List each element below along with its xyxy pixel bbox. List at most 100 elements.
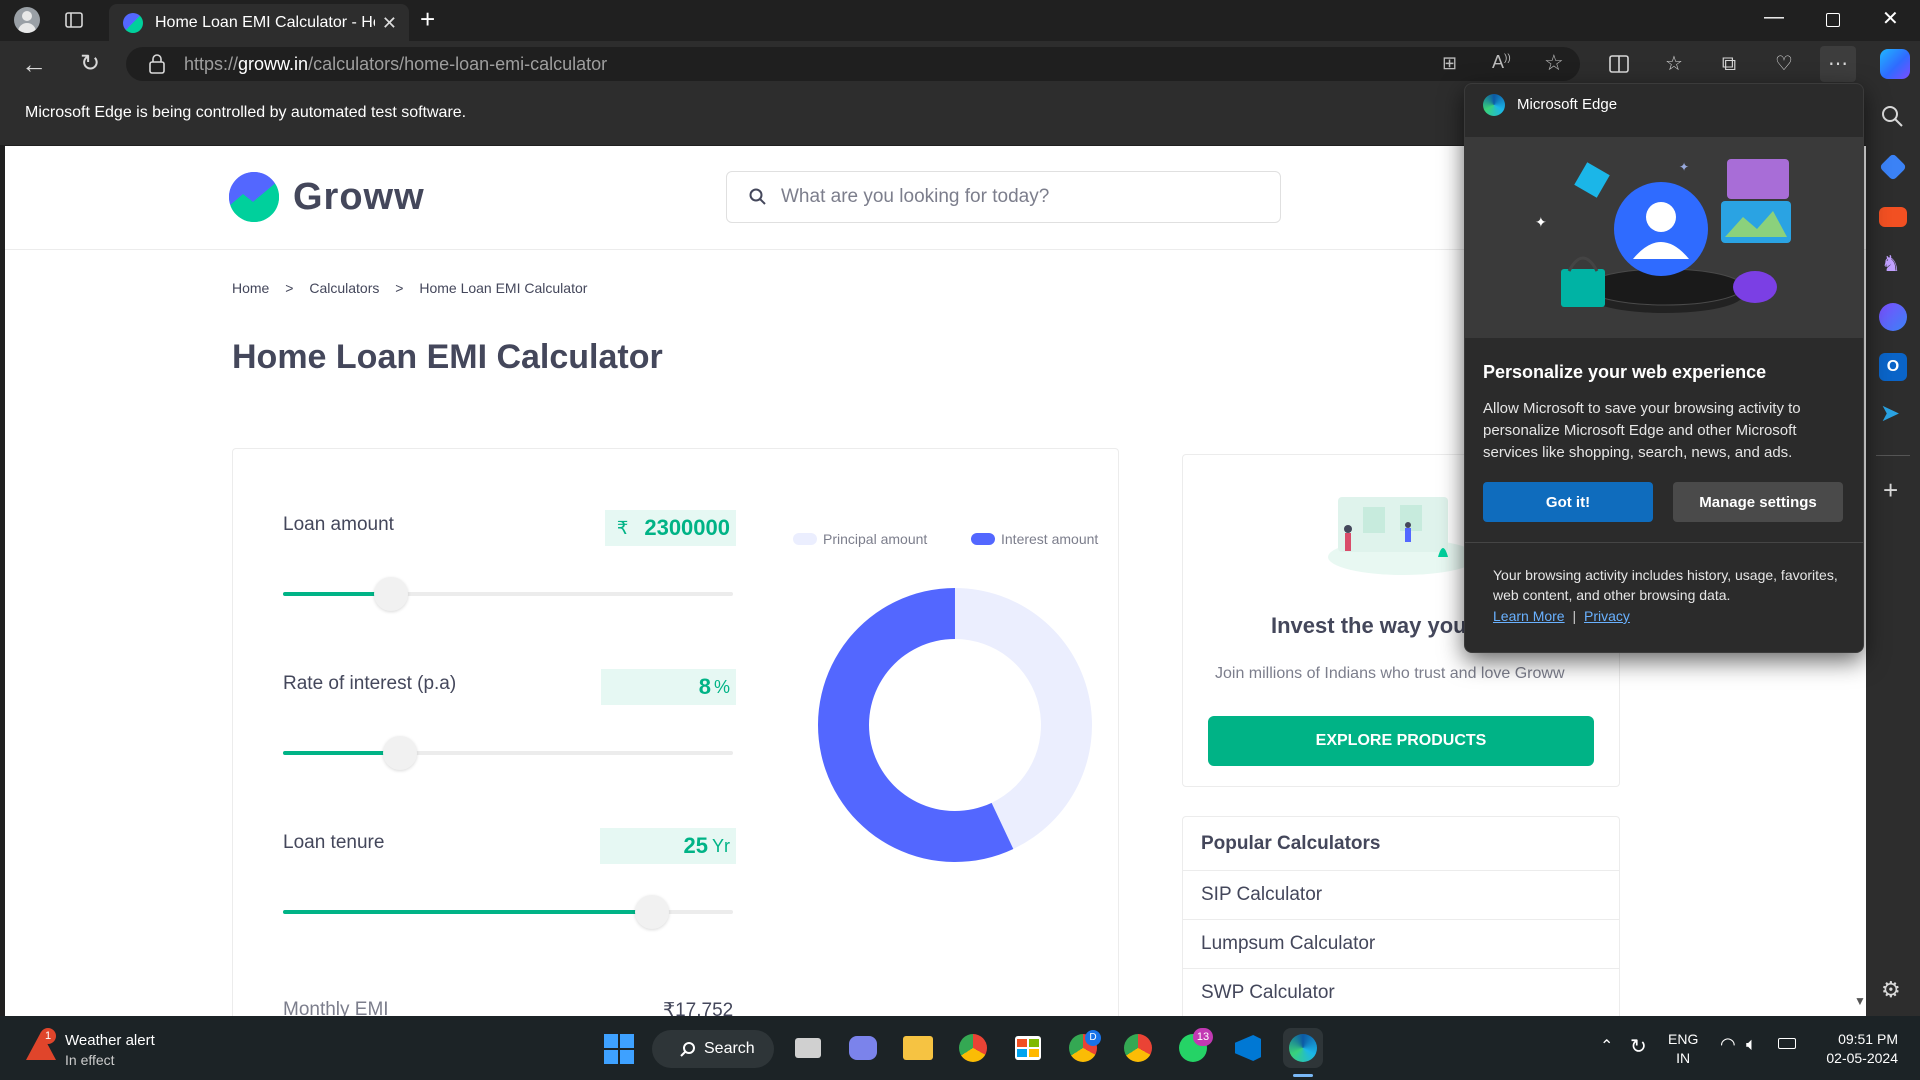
sidebar-settings-gear-icon[interactable]: ⚙	[1881, 977, 1901, 1003]
file-explorer-icon[interactable]	[898, 1028, 938, 1068]
close-tab-icon[interactable]: ✕	[382, 13, 397, 34]
popup-body: Allow Microsoft to save your browsing ac…	[1483, 400, 1801, 461]
sidebar-copilot-icon[interactable]	[1879, 303, 1907, 331]
back-icon[interactable]: ←	[16, 46, 52, 82]
loan-tenure-input[interactable]: 25 Yr	[600, 828, 736, 864]
vscode-icon[interactable]	[1228, 1028, 1268, 1068]
edge-personalize-popup: Microsoft Edge ✦ ✦ Personalize your web …	[1464, 83, 1864, 653]
popup-divider	[1465, 542, 1863, 543]
address-bar[interactable]: https://groww.in/calculators/home-loan-e…	[126, 47, 1580, 81]
new-tab-icon[interactable]: +	[420, 4, 435, 35]
rate-slider-handle[interactable]	[383, 736, 417, 770]
loan-tenure-label: Loan tenure	[283, 832, 385, 853]
rupee-symbol: ₹	[616, 517, 629, 538]
app-available-icon[interactable]: ⊞	[1442, 53, 1457, 74]
emi-calculator-card: Loan amount ₹ 2300000 Rate of interest (…	[232, 448, 1119, 1016]
breadcrumb-calculators[interactable]: Calculators	[309, 280, 379, 296]
split-screen-icon[interactable]	[1601, 46, 1637, 82]
chrome-second-icon[interactable]	[1118, 1028, 1158, 1068]
microsoft-store-icon[interactable]	[1008, 1028, 1048, 1068]
search-icon	[749, 188, 767, 206]
volume-icon[interactable]: 🔈︎	[1746, 1034, 1757, 1055]
settings-more-icon[interactable]: ⋯	[1820, 46, 1856, 82]
learn-more-link[interactable]: Learn More	[1493, 608, 1565, 624]
groww-favicon-icon	[123, 12, 143, 33]
popular-calculator-item[interactable]: Lumpsum Calculator	[1183, 919, 1619, 968]
monthly-emi-value: ₹17,752	[663, 1000, 734, 1016]
collections-icon[interactable]: ⧉	[1711, 46, 1747, 82]
language-top: ENG	[1668, 1031, 1699, 1047]
legend-interest-label: Interest amount	[1001, 531, 1099, 547]
title-bar: Home Loan EMI Calculator - Hou ✕ + — ✕	[0, 0, 1920, 41]
minimize-icon[interactable]: —	[1764, 6, 1784, 29]
url-host: groww.in	[238, 53, 309, 74]
weather-title: Weather alert	[65, 1032, 155, 1049]
profile-avatar-icon[interactable]	[14, 7, 40, 33]
loan-amount-value: 2300000	[644, 515, 730, 540]
taskbar-search-button[interactable]: Search	[652, 1030, 774, 1068]
popular-calculator-item[interactable]: SIP Calculator	[1183, 870, 1619, 919]
scroll-down-arrow-icon[interactable]: ▼	[1854, 994, 1866, 1008]
groww-logo[interactable]: Groww	[229, 172, 425, 222]
wifi-icon[interactable]: ◠	[1720, 1034, 1736, 1055]
start-button-icon[interactable]	[604, 1034, 634, 1064]
copilot-icon[interactable]	[1880, 49, 1910, 79]
legend-principal-swatch	[793, 533, 817, 545]
popular-calculators-card: Popular Calculators SIP Calculator Lumps…	[1182, 816, 1620, 1016]
edge-taskbar-icon[interactable]	[1283, 1028, 1323, 1068]
taskbar-search-icon	[680, 1041, 696, 1057]
popular-calculator-item[interactable]: SWP Calculator	[1183, 968, 1619, 1016]
rate-of-interest-label: Rate of interest (p.a)	[283, 673, 457, 694]
clock[interactable]: 09:51 PM 02-05-2024	[1808, 1030, 1898, 1068]
breadcrumb-home[interactable]: Home	[232, 280, 269, 296]
chrome-icon[interactable]	[953, 1028, 993, 1068]
sidebar-telegram-icon[interactable]: ➤	[1880, 399, 1900, 428]
personalize-illustration: ✦ ✦	[1465, 137, 1863, 338]
tab-title: Home Loan EMI Calculator - Hou	[155, 13, 375, 31]
read-aloud-icon[interactable]: A))	[1492, 52, 1511, 73]
search-placeholder: What are you looking for today?	[781, 186, 1050, 207]
lock-icon[interactable]	[148, 54, 166, 74]
favorite-star-icon[interactable]: ☆	[1544, 50, 1564, 76]
invest-illustration	[1328, 497, 1468, 575]
battery-icon[interactable]	[1778, 1038, 1796, 1049]
popup-links: Learn More | Privacy	[1493, 608, 1630, 624]
monthly-emi-label: Monthly EMI	[283, 999, 389, 1016]
manage-settings-button[interactable]: Manage settings	[1673, 482, 1843, 522]
browser-tab-active[interactable]: Home Loan EMI Calculator - Hou ✕	[109, 4, 409, 41]
show-hidden-icons-chevron-icon[interactable]: ⌃	[1600, 1036, 1613, 1056]
weather-alert-widget[interactable]: 1 Weather alert In effect	[22, 1028, 182, 1072]
taskbar-search-label: Search	[704, 1040, 755, 1057]
favorites-icon[interactable]: ☆	[1656, 46, 1692, 82]
loan-amount-slider-handle[interactable]	[374, 577, 408, 611]
privacy-link[interactable]: Privacy	[1584, 608, 1630, 624]
sidebar-tools-icon[interactable]	[1879, 207, 1907, 227]
rate-of-interest-input[interactable]: 8 %	[601, 669, 736, 705]
site-search-input[interactable]: What are you looking for today?	[726, 171, 1281, 223]
invest-subtext: Join millions of Indians who trust and l…	[1215, 665, 1565, 682]
loan-amount-input[interactable]: ₹ 2300000	[605, 510, 736, 546]
tab-actions-icon[interactable]	[56, 2, 92, 38]
sidebar-outlook-icon[interactable]: O	[1879, 353, 1907, 381]
groww-logo-icon	[229, 172, 279, 222]
edge-sidebar: ♞ O ➤ + ⚙	[1866, 87, 1920, 1016]
sidebar-search-icon[interactable]	[1879, 103, 1907, 131]
popup-footnote: Your browsing activity includes history,…	[1493, 567, 1838, 603]
got-it-button[interactable]: Got it!	[1483, 482, 1653, 522]
language-indicator[interactable]: ENG IN	[1668, 1030, 1698, 1068]
popular-calculators-heading: Popular Calculators	[1201, 833, 1381, 854]
close-window-icon[interactable]: ✕	[1882, 6, 1899, 31]
sidebar-shopping-icon[interactable]	[1879, 153, 1907, 181]
task-view-icon[interactable]	[788, 1028, 828, 1068]
tenure-value: 25	[683, 833, 708, 858]
weather-badge: 1	[40, 1028, 56, 1044]
sidebar-add-icon[interactable]: +	[1883, 475, 1898, 506]
browser-essentials-icon[interactable]: ♡	[1766, 46, 1802, 82]
restore-icon[interactable]	[1826, 13, 1840, 27]
explore-products-button[interactable]: EXPLORE PRODUCTS	[1208, 716, 1594, 766]
refresh-icon[interactable]: ↻	[72, 46, 108, 82]
tenure-slider-handle[interactable]	[635, 895, 669, 929]
teams-chat-icon[interactable]	[843, 1028, 883, 1068]
sidebar-games-icon[interactable]: ♞	[1881, 251, 1901, 277]
sync-icon[interactable]: ↻	[1630, 1034, 1647, 1059]
